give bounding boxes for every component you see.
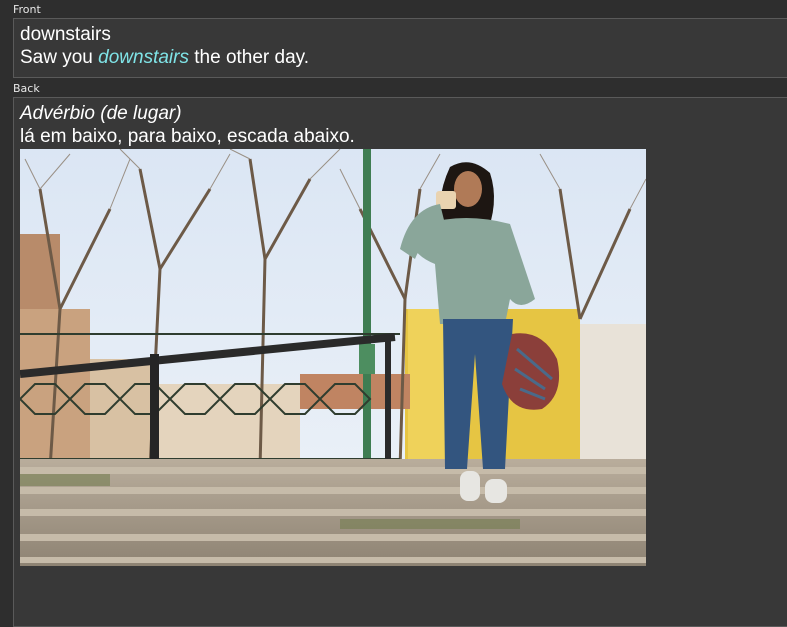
part-of-speech: Advérbio (de lugar) [20, 103, 182, 124]
back-field-label: Back [13, 82, 40, 95]
front-example-sentence: Saw you downstairs the other day. [20, 46, 781, 69]
sentence-after: the other day. [188, 47, 310, 68]
sentence-before: Saw you [20, 47, 99, 68]
front-field-label: Front [13, 3, 41, 16]
sentence-highlighted-word: downstairs [98, 47, 189, 68]
illustration-image [20, 149, 646, 566]
front-word: downstairs [20, 24, 111, 45]
back-field-editor[interactable]: Advérbio (de lugar) lá em baixo, para ba… [13, 97, 787, 627]
front-field-editor[interactable]: downstairs Saw you downstairs the other … [13, 18, 787, 78]
translation: lá em baixo, para baixo, escada abaixo. [20, 126, 355, 147]
